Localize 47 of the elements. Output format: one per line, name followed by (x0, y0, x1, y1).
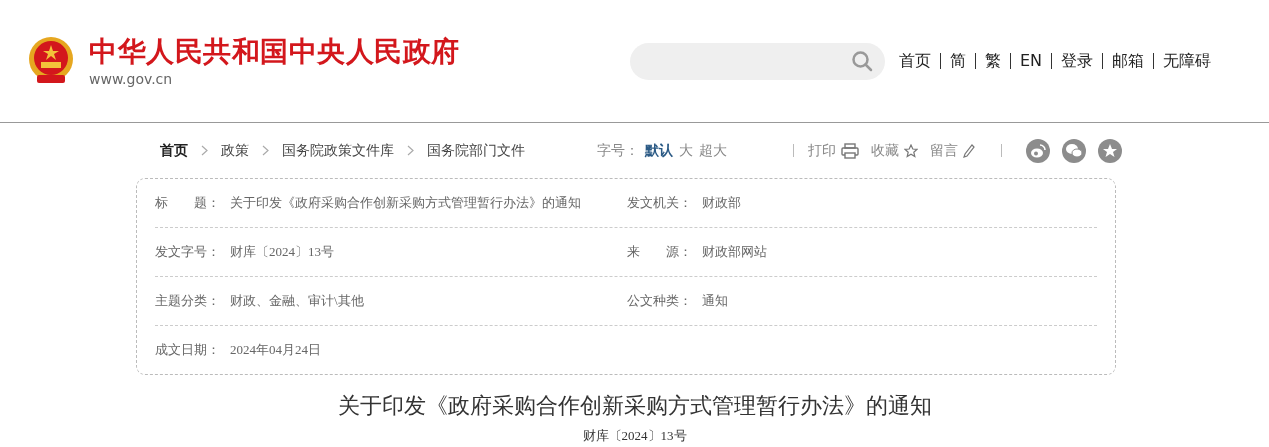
printer-icon[interactable] (841, 142, 859, 159)
field-label: 主题分类： (155, 292, 221, 310)
field-label: 发文机关： (627, 194, 693, 212)
breadcrumb-link[interactable]: 首页 (160, 141, 188, 160)
nav-link[interactable]: 简 (940, 53, 975, 69)
nav-link[interactable]: EN (1010, 53, 1052, 69)
font-size-option[interactable]: 大 (679, 141, 693, 160)
search-field[interactable] (630, 42, 885, 80)
nav-link[interactable]: 繁 (975, 53, 1010, 69)
breadcrumb-link[interactable]: 国务院部门文件 (427, 141, 525, 160)
field-value: 财政部网站 (702, 243, 767, 261)
breadcrumb-link[interactable]: 政策 (221, 141, 249, 160)
nav-link[interactable]: 首页 (899, 53, 940, 69)
favorite-share-icon[interactable] (1098, 138, 1122, 163)
tool-link[interactable]: 打印 (808, 141, 859, 160)
breadcrumb-link[interactable]: 国务院政策文件库 (282, 141, 394, 160)
field-label: 公文种类： (627, 292, 693, 310)
field-value: 财库〔2024〕13号 (230, 243, 334, 261)
tool-link[interactable]: 收藏 (871, 141, 918, 160)
field-value: 2024年04月24日 (230, 341, 321, 359)
wechat-share-icon[interactable] (1062, 138, 1086, 163)
nav-link[interactable]: 邮箱 (1102, 53, 1154, 69)
site-domain: www.gov.cn (89, 71, 174, 87)
site-title: 中华人民共和国中央人民政府 (89, 35, 460, 69)
search-icon[interactable] (851, 50, 873, 72)
font-size-option[interactable]: 默认 (645, 141, 673, 160)
field-value: 财政部 (702, 194, 741, 212)
nav-link[interactable]: 登录 (1051, 53, 1103, 69)
field-value: 关于印发《政府采购合作创新采购方式管理暂行办法》的通知 (230, 194, 581, 212)
tool-link[interactable]: 留言 (930, 141, 975, 160)
chevron-icon (407, 145, 414, 156)
font-size-option[interactable]: 超大 (699, 141, 727, 160)
star-icon[interactable] (904, 143, 918, 158)
field-value: 通知 (702, 292, 728, 310)
weibo-share-icon[interactable] (1026, 138, 1050, 163)
article-title: 关于印发《政府采购合作创新采购方式管理暂行办法》的通知 (337, 392, 932, 420)
chevron-icon (262, 145, 269, 156)
field-value: 财政、金融、审计\其他 (230, 292, 364, 310)
chevron-icon (201, 145, 208, 156)
pencil-icon[interactable] (963, 143, 975, 158)
font-size-label: 字号： (597, 141, 639, 160)
document-number: 财库〔2024〕13号 (582, 427, 687, 445)
field-label: 来 源： (627, 243, 693, 261)
field-label: 发文字号： (155, 243, 221, 261)
field-label: 标 题： (155, 194, 221, 212)
nav-link[interactable]: 无障碍 (1153, 53, 1221, 69)
field-label: 成文日期： (155, 341, 221, 359)
